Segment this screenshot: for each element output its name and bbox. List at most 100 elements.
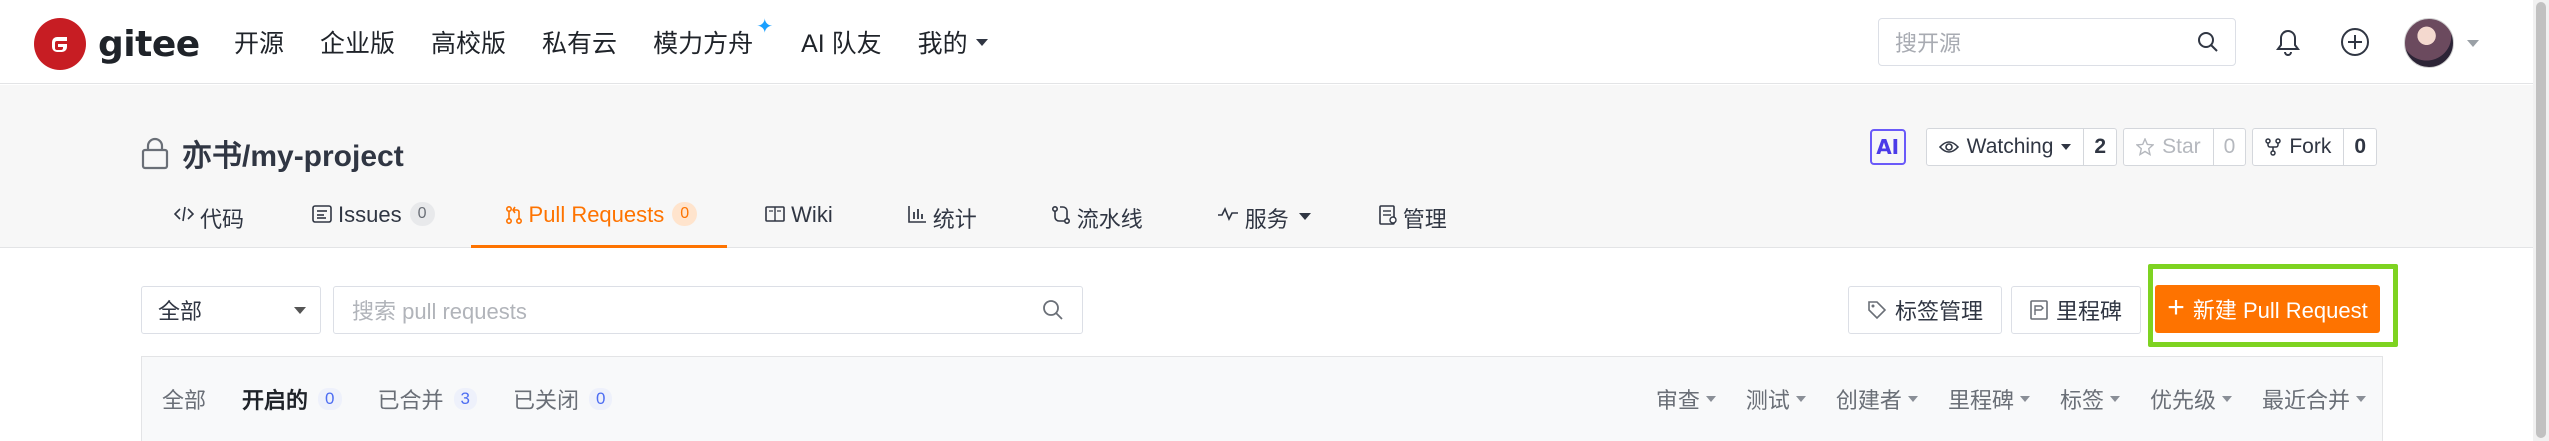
nav-mine[interactable]: 我的 (918, 24, 988, 60)
chevron-down-icon (1907, 396, 1918, 402)
state-all-label: 全部 (162, 388, 207, 413)
lock-icon (141, 137, 169, 170)
pr-filters: 审查 测试 创建者 里程碑 标签 优先级 最近合并 (1626, 383, 2366, 415)
chevron-down-icon[interactable] (2467, 40, 2479, 47)
labels-manage-button[interactable]: 标签管理 (1848, 286, 2003, 334)
state-all[interactable]: 全部 (162, 383, 206, 415)
star-icon (2136, 138, 2155, 156)
milestone-icon (2030, 300, 2048, 320)
nav-mine-label: 我的 (917, 30, 968, 58)
tab-issues-label: Issues (338, 202, 402, 227)
watch-label: Watching (1966, 135, 2054, 158)
filter-sort-label: 最近合并 (2261, 388, 2350, 413)
state-merged-count: 3 (453, 388, 477, 410)
tab-wiki[interactable]: Wiki (751, 196, 847, 248)
tab-stats[interactable]: 统计 (893, 196, 991, 248)
filter-label[interactable]: 标签 (2060, 383, 2120, 415)
filter-priority-label: 优先级 (2149, 388, 2216, 413)
fork-count[interactable]: 0 (2344, 129, 2376, 165)
manage-icon (1378, 205, 1397, 225)
tab-code[interactable]: 代码 (160, 196, 258, 248)
pull-request-icon (505, 205, 522, 225)
filter-author-label: 创建者 (1835, 388, 1902, 413)
project-title: 亦书/my-project (140, 131, 404, 175)
project-actions: AI Watching 2 Star 0 Fork 0 (1869, 128, 2383, 166)
gitee-logo[interactable]: gitee (34, 18, 200, 70)
global-search-input[interactable]: 搜开源 (1878, 18, 2236, 66)
state-open-label: 开启的 (242, 388, 309, 413)
fork-label: Fork (2289, 135, 2332, 158)
tag-icon (1868, 301, 1887, 320)
milestones-label: 里程碑 (2056, 299, 2123, 324)
tab-pull-requests-label: Pull Requests (528, 202, 665, 227)
search-icon[interactable] (1042, 299, 1064, 321)
avatar[interactable] (2404, 18, 2454, 68)
filter-author[interactable]: 创建者 (1836, 383, 1918, 415)
fork-button[interactable]: Fork 0 (2252, 128, 2377, 166)
chevron-down-icon (1298, 213, 1311, 220)
pipeline-icon (1051, 205, 1070, 225)
pr-filter-select[interactable]: 全部 (141, 286, 321, 334)
tab-manage-label: 管理 (1402, 207, 1447, 232)
search-icon[interactable] (2197, 31, 2219, 53)
star-count[interactable]: 0 (2214, 129, 2246, 165)
tab-pull-requests[interactable]: Pull Requests 0 (470, 196, 728, 248)
watch-count[interactable]: 2 (2084, 129, 2116, 165)
state-closed-count: 0 (589, 388, 613, 410)
nav-ai-teammate[interactable]: AI 队友 (801, 24, 882, 60)
chevron-down-icon (2061, 144, 2072, 150)
star-label: Star (2162, 135, 2201, 158)
filter-test[interactable]: 测试 (1746, 383, 1806, 415)
issues-icon (312, 205, 332, 223)
fork-icon (2265, 138, 2282, 156)
state-merged-label: 已合并 (377, 388, 444, 413)
tab-code-label: 代码 (200, 207, 245, 232)
global-search-placeholder: 搜开源 (1895, 31, 1962, 56)
project-header: 亦书/my-project AI Watching 2 Star 0 Fork … (0, 85, 2549, 248)
nav-private-cloud[interactable]: 私有云 (542, 24, 617, 60)
project-name-link[interactable]: 亦书/my-project (182, 131, 404, 175)
filter-milestone[interactable]: 里程碑 (1948, 383, 2030, 415)
tab-manage[interactable]: 管理 (1365, 196, 1461, 248)
labels-manage-label: 标签管理 (1895, 299, 1984, 324)
chevron-down-icon (1795, 396, 1806, 402)
wiki-icon (765, 206, 785, 222)
pr-list-header: 全部 开启的 0 已合并 3 已关闭 0 审查 测试 创建者 里程碑 标签 优先级 最… (141, 356, 2383, 441)
add-icon[interactable] (2337, 24, 2373, 60)
plus-icon: + (2167, 290, 2185, 324)
nav-enterprise[interactable]: 企业版 (320, 24, 395, 60)
project-tabs: 代码 Issues 0 Pull Requests 0 Wiki 统计 流水线 … (160, 196, 1461, 248)
milestones-button[interactable]: 里程碑 (2011, 286, 2142, 334)
state-closed[interactable]: 已关闭 0 (513, 383, 613, 415)
filter-review[interactable]: 审查 (1656, 383, 1716, 415)
bell-icon[interactable] (2270, 24, 2306, 60)
chart-icon (907, 206, 926, 223)
filter-sort[interactable]: 最近合并 (2262, 383, 2366, 415)
tab-issues[interactable]: Issues 0 (298, 196, 449, 248)
filter-milestone-label: 里程碑 (1947, 388, 2014, 413)
filter-test-label: 测试 (1745, 388, 1790, 413)
scrollbar-thumb[interactable] (2536, 2, 2546, 438)
watch-button[interactable]: Watching 2 (1925, 128, 2118, 166)
sparkle-icon: ✦ (756, 16, 774, 38)
tab-services[interactable]: 服务 (1203, 196, 1325, 248)
tab-wiki-label: Wiki (791, 202, 833, 227)
chevron-down-icon (2109, 396, 2120, 402)
state-merged[interactable]: 已合并 3 (378, 383, 477, 415)
nav-opensource[interactable]: 开源 (234, 24, 284, 60)
pr-state-tabs: 全部 开启的 0 已合并 3 已关闭 0 (162, 383, 648, 415)
eye-icon (1938, 141, 1959, 153)
state-open[interactable]: 开启的 0 (242, 383, 342, 415)
page-scrollbar[interactable] (2533, 0, 2549, 441)
pr-search-input[interactable]: 搜索 pull requests (333, 286, 1083, 334)
code-icon (174, 206, 194, 222)
new-pull-request-button[interactable]: + 新建 Pull Request (2155, 285, 2380, 333)
nav-moli[interactable]: 模力方舟 ✦ (653, 16, 773, 60)
ai-button[interactable]: AI (1869, 129, 1906, 165)
tab-pipeline[interactable]: 流水线 (1037, 196, 1157, 248)
star-button[interactable]: Star 0 (2123, 128, 2247, 166)
service-icon (1217, 207, 1238, 221)
chevron-down-icon (2221, 396, 2232, 402)
nav-education[interactable]: 高校版 (431, 24, 506, 60)
filter-priority[interactable]: 优先级 (2150, 383, 2232, 415)
